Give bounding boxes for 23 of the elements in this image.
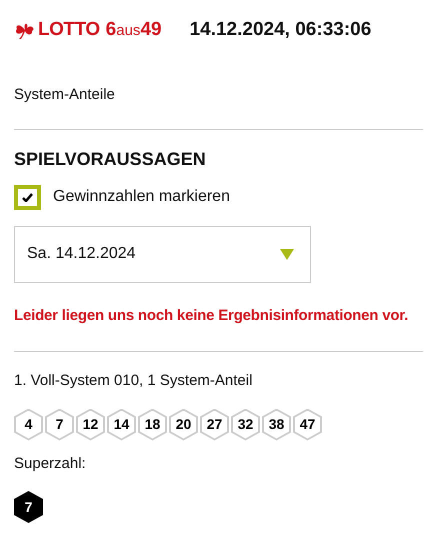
- timestamp: 14.12.2024, 06:33:06: [190, 18, 372, 42]
- section-label: System-Anteile: [14, 85, 116, 105]
- error-message: Leider liegen uns noch keine Ergebnisinformationen vor.: [14, 306, 410, 326]
- number-ball: 38: [262, 408, 291, 440]
- superzahl-label: Superzahl:: [14, 454, 87, 474]
- checkbox[interactable]: [14, 184, 41, 210]
- number-ball: 18: [138, 408, 167, 440]
- section-heading: SPIELVORAUSSAGEN: [14, 148, 207, 170]
- number-ball: 4: [14, 408, 43, 440]
- check-icon: [22, 192, 33, 202]
- checkbox-label: Gewinnzahlen markieren: [53, 187, 230, 207]
- number-ball: 7: [45, 408, 74, 440]
- date-dropdown[interactable]: Sa. 14.12.2024: [14, 226, 311, 282]
- number-ball: 27: [200, 408, 229, 440]
- number-ball: 32: [231, 408, 260, 440]
- number-ball: 14: [107, 408, 136, 440]
- number-ball: 47: [293, 408, 322, 440]
- clover-icon: [14, 21, 36, 39]
- number-ball: 20: [169, 408, 198, 440]
- caret-icon: [280, 248, 294, 260]
- number-ball: 12: [76, 408, 105, 440]
- lotto-logo[interactable]: LOTTO 6aus49: [14, 16, 162, 44]
- ticket-title: 1. Voll-System 010, 1 System-Anteil: [14, 371, 254, 391]
